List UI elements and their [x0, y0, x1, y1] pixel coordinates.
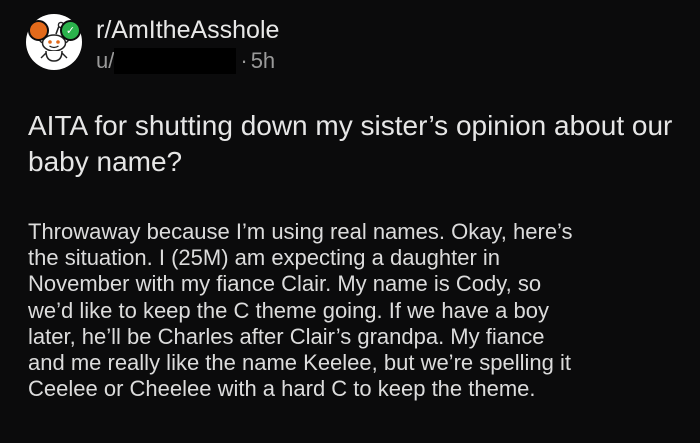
post-body-line: Throwaway because I’m using real names. … [28, 219, 573, 244]
post-title[interactable]: AITA for shutting down my sister’s opini… [28, 108, 678, 180]
post-body-line: we’d like to keep the C theme going. If … [28, 297, 549, 323]
subreddit-avatar[interactable]: ✓ [26, 14, 82, 70]
username-prefix[interactable]: u/ [96, 47, 114, 75]
post-body-line: the situation. I (25M) am expecting a da… [28, 245, 501, 271]
post-body-line: later, he’ll be Charles after Clair’s gr… [28, 323, 545, 349]
subreddit-name[interactable]: r/AmItheAsshole [96, 15, 279, 45]
meta-separator: · [240, 48, 248, 73]
award-badge-icon [28, 20, 49, 41]
post-time: 5h [250, 48, 276, 73]
redacted-username [114, 48, 237, 74]
post-body-line: November with my fiance Clair. My name i… [28, 271, 542, 297]
author-line: u/ · 5h [96, 47, 279, 75]
post-body-line: Ceelee or Cheelee with a hard C to keep … [28, 376, 536, 402]
verified-check-icon: ✓ [60, 20, 81, 41]
post-body: Throwaway because I’m using real names. … [28, 219, 688, 402]
post-body-line: and me really like the name Keelee, but … [28, 350, 571, 376]
post-header: ✓ r/AmItheAsshole u/ · 5h [26, 14, 279, 75]
post-meta: r/AmItheAsshole u/ · 5h [96, 15, 279, 75]
